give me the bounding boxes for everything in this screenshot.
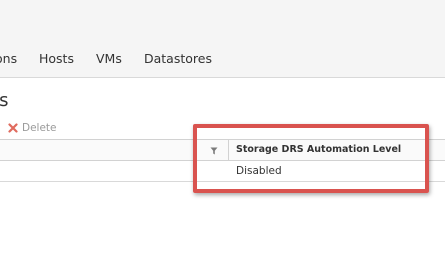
tab-bar: ons Hosts VMs Datastores [0,0,445,78]
tab-partial[interactable]: ons [0,51,17,66]
close-x-icon [8,123,18,133]
tab-hosts[interactable]: Hosts [39,51,74,66]
page-title: es [0,90,9,111]
column-header-storage-drs-automation-level[interactable]: Storage DRS Automation Level [236,144,401,155]
grid-header: Storage DRS Automation Level [0,139,445,161]
tab-datastores[interactable]: Datastores [144,51,212,66]
table-row[interactable]: Disabled [0,161,445,182]
filter-icon[interactable] [210,147,218,155]
column-separator[interactable] [228,140,229,160]
delete-label: Delete [22,122,57,134]
app-window: ons Hosts VMs Datastores es Delete Stora… [0,0,445,265]
delete-button[interactable]: Delete [8,120,57,136]
tab-vms[interactable]: VMs [96,51,122,66]
table-cell-automation-level: Disabled [236,165,282,177]
